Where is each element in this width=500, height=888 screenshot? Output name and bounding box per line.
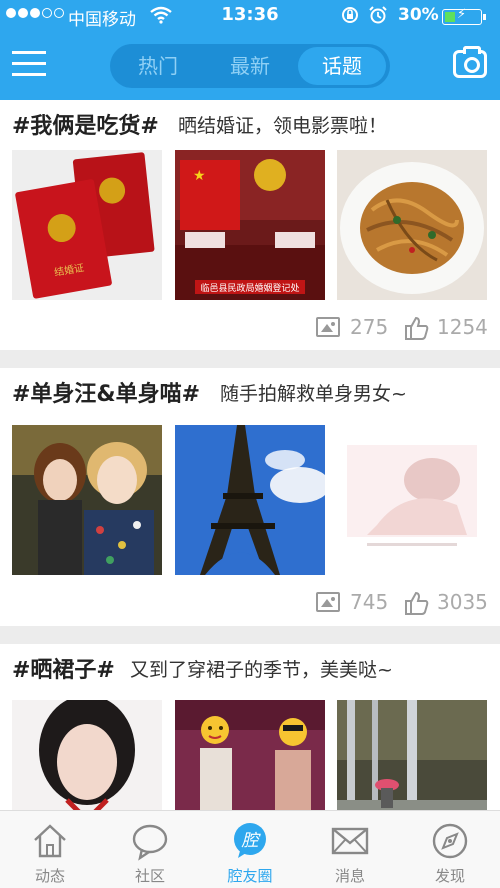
- topic-description: 又到了穿裙子的季节，美美哒~: [130, 659, 393, 681]
- topic-description: 随手拍解救单身男女~: [220, 383, 407, 405]
- battery-icon: ⚡: [442, 7, 486, 25]
- thumbs-up-icon[interactable]: [404, 590, 430, 621]
- topic-title[interactable]: #晒裙子#: [12, 652, 115, 684]
- tab-bar-item-circle[interactable]: 腔 腔友圈: [200, 811, 300, 888]
- tab-latest[interactable]: 最新: [206, 47, 294, 85]
- topic-image-registry-office[interactable]: ★ 临邑县民政局婚姻登记处: [175, 150, 325, 300]
- envelope-icon: [330, 821, 370, 861]
- image-count: 275: [350, 315, 389, 339]
- topic-image-eiffel-tower[interactable]: [175, 425, 325, 575]
- status-bar: 中国移动 13:36 30% ⚡: [0, 0, 500, 32]
- topic-title[interactable]: #单身汪&单身喵#: [12, 376, 200, 408]
- topic-image-marriage-certificates[interactable]: 结婚证: [12, 150, 162, 300]
- topic-card[interactable]: #晒裙子# 又到了穿裙子的季节，美美哒~: [0, 644, 500, 810]
- tab-bar-label: 消息: [334, 867, 365, 885]
- topic-image-group-photo[interactable]: [175, 700, 325, 810]
- menu-button[interactable]: [12, 49, 46, 79]
- topic-title[interactable]: #我俩是吃货#: [12, 108, 159, 140]
- tab-hot[interactable]: 热门: [114, 47, 202, 85]
- tab-bar-label: 动态: [34, 867, 65, 885]
- alarm-icon: [368, 5, 388, 29]
- battery-percent: 30%: [398, 5, 439, 25]
- camera-icon[interactable]: [453, 46, 487, 78]
- tab-bar-item-community[interactable]: 社区: [100, 811, 200, 888]
- menu-line: [12, 62, 46, 65]
- tab-topics[interactable]: 话题: [298, 47, 386, 85]
- home-icon: [30, 821, 70, 861]
- segmented-control: 热门 最新 话题: [110, 44, 390, 88]
- menu-line: [12, 73, 46, 76]
- navigation-bar: 热门 最新 话题: [0, 32, 500, 100]
- rotation-lock-icon: [340, 5, 360, 29]
- topic-stats: 275 1254: [316, 315, 496, 341]
- topic-description: 晒结婚证，领电影票啦！: [178, 115, 388, 137]
- charging-bolt-icon: ⚡: [457, 7, 467, 22]
- like-count: 1254: [437, 315, 488, 339]
- tab-bar-item-feed[interactable]: 动态: [0, 811, 100, 888]
- topic-image-noodles[interactable]: [337, 150, 487, 300]
- topic-image-waterfall[interactable]: [337, 700, 487, 810]
- tab-bar-item-messages[interactable]: 消息: [300, 811, 400, 888]
- topic-image-selfie[interactable]: [12, 425, 162, 575]
- registry-banner-text: 临邑县民政局婚姻登记处: [200, 282, 299, 294]
- tab-bar-label: 发现: [434, 867, 465, 885]
- topic-image-selfie-dress[interactable]: [12, 700, 162, 810]
- topic-image-illustration[interactable]: [337, 425, 487, 575]
- tab-bar-label: 腔友圈: [227, 867, 273, 885]
- tab-bar-label: 社区: [134, 867, 165, 885]
- image-count-icon: [316, 317, 340, 337]
- tab-bar-item-discover[interactable]: 发现: [400, 811, 500, 888]
- battery-level-fill: [445, 12, 456, 22]
- svg-text:★: ★: [193, 168, 206, 184]
- thumbs-up-icon[interactable]: [404, 315, 430, 346]
- topic-stats: 745 3035: [316, 590, 496, 616]
- image-count-icon: [316, 592, 340, 612]
- compass-icon: [430, 821, 470, 861]
- chat-bubble-icon: [130, 821, 170, 861]
- bottom-tab-bar: 动态 社区 腔 腔友圈 消息 发现: [0, 810, 500, 888]
- topic-card[interactable]: #我俩是吃货# 晒结婚证，领电影票啦！ 结婚证 ★ 临邑县民政局婚姻登记处 27…: [0, 100, 500, 350]
- image-count: 745: [350, 590, 389, 614]
- topic-card[interactable]: #单身汪&单身喵# 随手拍解救单身男女~ 745 3035: [0, 368, 500, 626]
- menu-line: [12, 51, 46, 54]
- like-count: 3035: [437, 590, 488, 614]
- qiang-badge-icon: 腔: [230, 821, 270, 861]
